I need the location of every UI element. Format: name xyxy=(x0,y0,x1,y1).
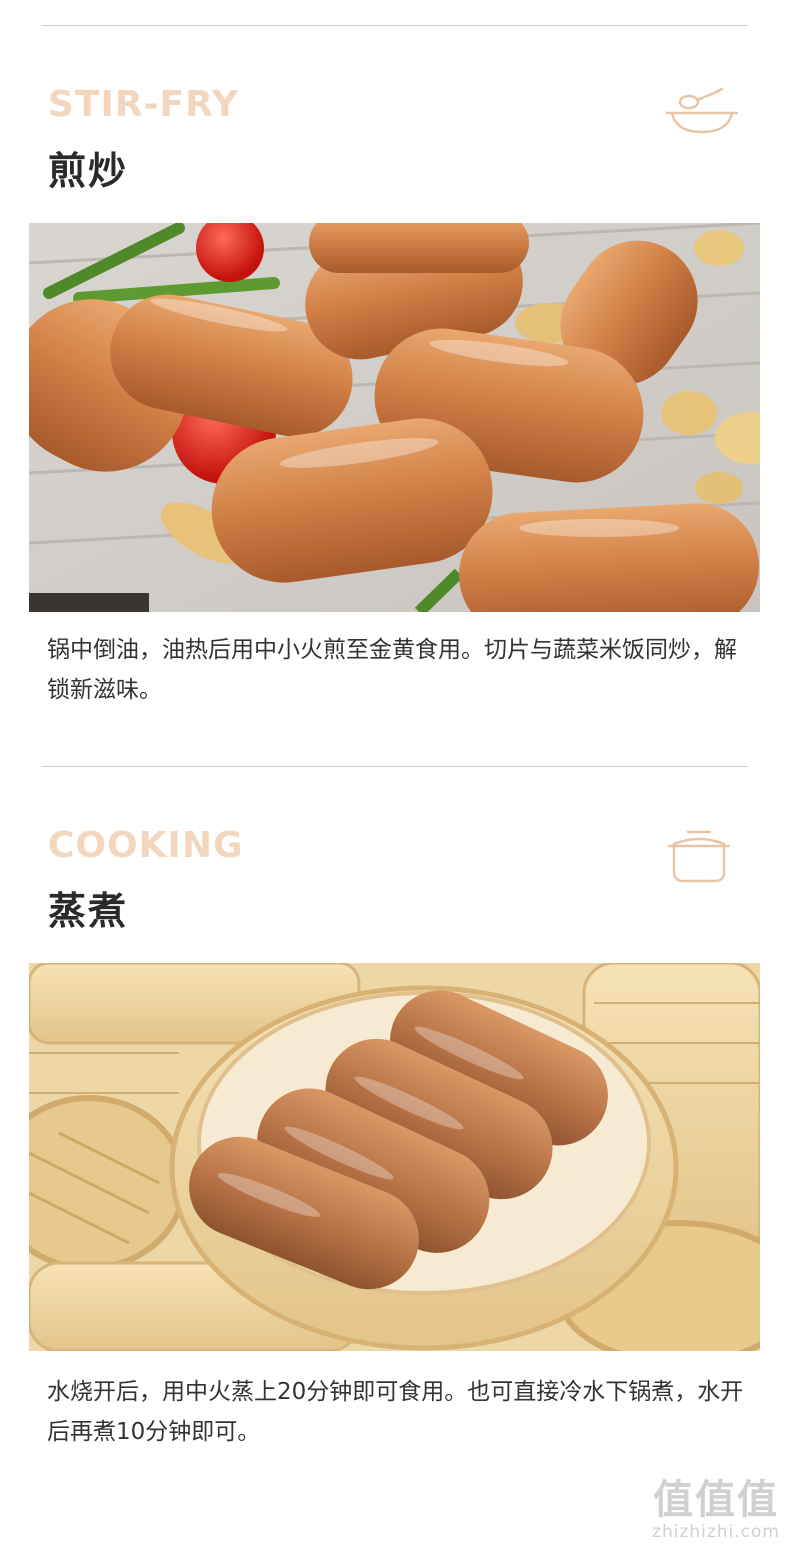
stir-fry-chinese-title: 煎炒 xyxy=(48,149,129,193)
frying-pan-icon xyxy=(664,86,740,142)
watermark-logo: 值值值 xyxy=(653,1477,779,1523)
site-watermark: 值值值 zhizhizhi.com xyxy=(652,1478,780,1542)
stir-fry-photo xyxy=(29,223,760,612)
cooking-pot-icon xyxy=(666,826,732,888)
section-divider-middle xyxy=(42,766,748,767)
cooking-photo xyxy=(29,963,760,1351)
cooking-description: 水烧开后，用中火蒸上20分钟即可食用。也可直接冷水下锅煮，水开后再煮10分钟即可… xyxy=(47,1379,744,1445)
stir-fry-description: 锅中倒油，油热后用中小火煎至金黄食用。切片与蔬菜米饭同炒，解锁新滋味。 xyxy=(47,637,737,703)
stir-fry-english-title: STIR-FRY xyxy=(48,84,239,125)
cooking-english-title: COOKING xyxy=(48,825,244,866)
cooking-chinese-title: 蒸煮 xyxy=(48,889,129,933)
section-divider-top xyxy=(42,25,748,26)
watermark-url: zhizhizhi.com xyxy=(652,1522,780,1542)
